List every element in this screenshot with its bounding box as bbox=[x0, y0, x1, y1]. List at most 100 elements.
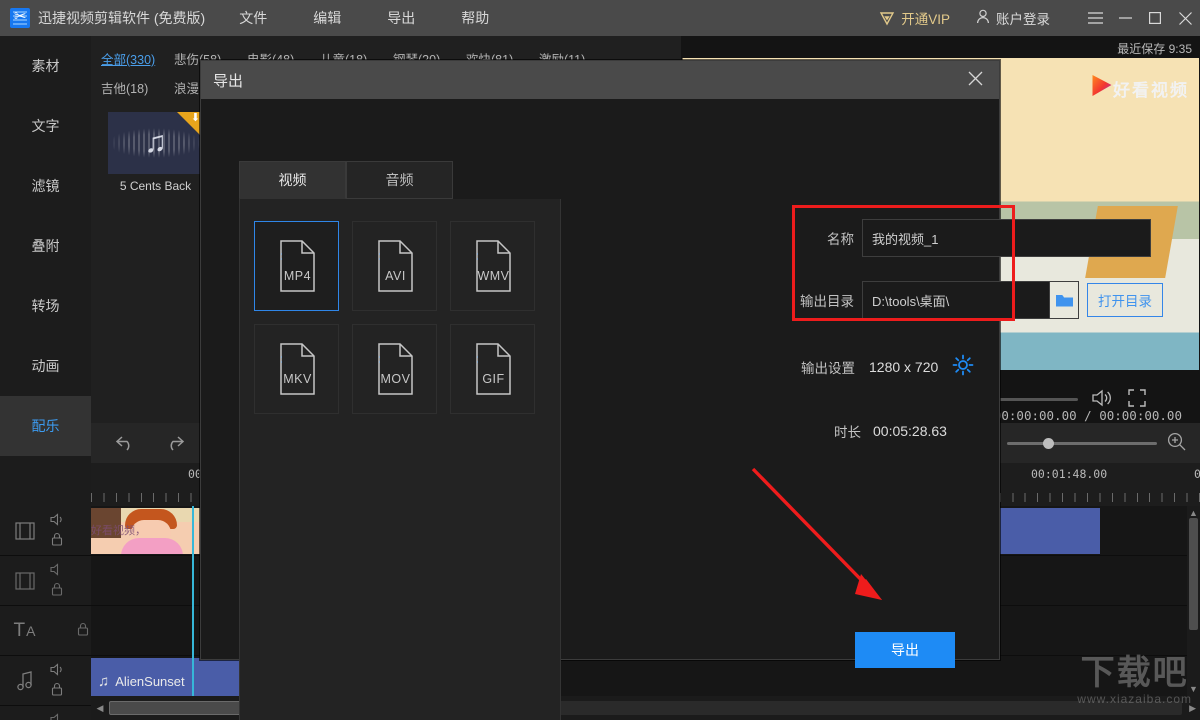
output-settings-row: 输出设置 1280 x 720 bbox=[801, 354, 974, 379]
track-controls bbox=[50, 713, 65, 720]
sidebar-item-transition[interactable]: 转场 bbox=[0, 276, 91, 336]
format-label: MOV bbox=[353, 372, 438, 386]
format-avi[interactable]: AVI bbox=[352, 221, 437, 311]
fullscreen-icon[interactable] bbox=[1128, 389, 1146, 410]
sidebar-item-music[interactable]: 配乐 bbox=[0, 396, 91, 456]
mute-icon[interactable] bbox=[50, 713, 65, 720]
menu-help[interactable]: 帮助 bbox=[449, 3, 501, 33]
zoom-in-icon[interactable] bbox=[1167, 432, 1186, 454]
last-saved-label: 最近保存 9:35 bbox=[1117, 40, 1192, 57]
format-tabs: 视频 音频 bbox=[239, 161, 561, 199]
sidebar-item-overlay[interactable]: 叠附 bbox=[0, 216, 91, 276]
volume-icon[interactable] bbox=[1092, 389, 1114, 410]
media-title: 5 Cents Back bbox=[108, 179, 203, 193]
folder-icon[interactable] bbox=[1050, 281, 1079, 319]
track-controls bbox=[50, 513, 65, 549]
film-icon bbox=[0, 571, 50, 591]
sidebar-item-material[interactable]: 素材 bbox=[0, 36, 91, 96]
account-label: 账户登录 bbox=[996, 8, 1050, 28]
film-icon bbox=[0, 521, 50, 541]
scroll-up-icon[interactable]: ▲ bbox=[1189, 508, 1198, 518]
menu-file[interactable]: 文件 bbox=[227, 3, 279, 33]
menu-export[interactable]: 导出 bbox=[375, 3, 427, 33]
title-bar: 迅捷视频剪辑软件 (免费版) 文件 编辑 导出 帮助 开通VIP 账户登录 bbox=[0, 0, 1200, 36]
track-controls bbox=[50, 663, 65, 699]
music-note-icon: ♫ bbox=[144, 128, 167, 158]
scroll-left-icon[interactable]: ◀ bbox=[91, 703, 109, 714]
format-mkv[interactable]: MKV bbox=[254, 324, 339, 414]
format-mov[interactable]: MOV bbox=[352, 324, 437, 414]
clip-watermark-text: 好看视频， bbox=[91, 522, 204, 538]
format-panel: 视频 音频 MP4 AVI WMV bbox=[239, 161, 561, 720]
lock-icon[interactable] bbox=[50, 532, 65, 549]
undo-icon[interactable] bbox=[109, 426, 143, 460]
export-dialog: 导出 视频 音频 MP4 AVI bbox=[200, 60, 1000, 660]
zoom-slider[interactable] bbox=[1007, 442, 1157, 445]
duration-value: 00:05:28.63 bbox=[873, 423, 947, 439]
sidebar-item-label: 动画 bbox=[32, 356, 60, 376]
track-controls bbox=[50, 563, 65, 599]
lock-icon[interactable] bbox=[76, 622, 90, 639]
tab-audio[interactable]: 音频 bbox=[346, 161, 453, 199]
sidebar-item-label: 叠附 bbox=[32, 236, 60, 256]
sidebar-item-label: 转场 bbox=[32, 296, 60, 316]
dialog-body: 视频 音频 MP4 AVI WMV bbox=[201, 99, 1001, 661]
app-logo-icon bbox=[10, 8, 30, 28]
category-guitar[interactable]: 吉他(18) bbox=[101, 73, 174, 102]
mute-icon[interactable] bbox=[50, 563, 65, 579]
menu-hamburger-icon[interactable] bbox=[1080, 0, 1110, 36]
lock-icon[interactable] bbox=[50, 582, 65, 599]
mute-icon[interactable] bbox=[50, 663, 65, 679]
watermark-url: www.xiazaiba.com bbox=[1077, 692, 1192, 706]
format-label: WMV bbox=[451, 269, 536, 283]
window-maximize-icon[interactable] bbox=[1140, 0, 1170, 36]
output-dir-label: 输出目录 bbox=[791, 290, 854, 310]
playhead[interactable] bbox=[192, 506, 194, 696]
sidebar-item-animation[interactable]: 动画 bbox=[0, 336, 91, 396]
menu-edit[interactable]: 编辑 bbox=[301, 3, 353, 33]
category-all[interactable]: 全部(330) bbox=[101, 44, 174, 73]
format-gif[interactable]: GIF bbox=[450, 324, 535, 414]
sidebar-item-label: 配乐 bbox=[32, 416, 60, 436]
sidebar-item-filter[interactable]: 滤镜 bbox=[0, 156, 91, 216]
preview-watermark-text: 好看视频 bbox=[1113, 76, 1189, 101]
redo-icon[interactable] bbox=[157, 426, 191, 460]
sidebar-item-label: 文字 bbox=[32, 116, 60, 136]
app-title: 迅捷视频剪辑软件 (免费版) bbox=[38, 8, 205, 28]
open-dir-button[interactable]: 打开目录 bbox=[1087, 283, 1163, 317]
sidebar-item-text[interactable]: 文字 bbox=[0, 96, 91, 156]
gear-icon[interactable] bbox=[952, 354, 974, 379]
track-header-video-2 bbox=[0, 556, 91, 605]
vip-button[interactable]: 开通VIP bbox=[879, 8, 950, 28]
music-note-icon: ♫ bbox=[98, 673, 109, 690]
format-mp4[interactable]: MP4 bbox=[254, 221, 339, 311]
format-list: MP4 AVI WMV MKV bbox=[239, 199, 561, 720]
name-input[interactable]: 我的视频_1 bbox=[862, 219, 1151, 257]
close-icon[interactable] bbox=[964, 69, 987, 91]
track-controls bbox=[76, 622, 90, 639]
sidebar-item-label: 素材 bbox=[32, 56, 60, 76]
lock-icon[interactable] bbox=[50, 682, 65, 699]
format-wmv[interactable]: WMV bbox=[450, 221, 535, 311]
output-resolution-value: 1280 x 720 bbox=[869, 359, 938, 375]
watermark-title: 下载吧 bbox=[1077, 656, 1192, 690]
zoom-control bbox=[980, 432, 1200, 454]
mute-icon[interactable] bbox=[50, 513, 65, 529]
zoom-slider-handle[interactable] bbox=[1043, 438, 1054, 449]
output-dir-row: 输出目录 D:\tools\桌面\ 打开目录 bbox=[791, 281, 1163, 319]
export-button[interactable]: 导出 bbox=[855, 632, 955, 668]
scrollbar-thumb[interactable] bbox=[1189, 518, 1198, 630]
output-dir-input[interactable]: D:\tools\桌面\ bbox=[862, 281, 1050, 319]
sidebar-item-label: 滤镜 bbox=[32, 176, 60, 196]
track-header-video-1 bbox=[0, 506, 91, 555]
ruler-label: 00:01:48.00 bbox=[1031, 467, 1107, 481]
account-button[interactable]: 账户登录 bbox=[976, 8, 1050, 28]
name-field-row: 名称 我的视频_1 bbox=[791, 219, 1151, 257]
window-close-icon[interactable] bbox=[1170, 0, 1200, 36]
download-icon: ⬇ bbox=[191, 113, 200, 124]
list-item[interactable]: ♫ ⬇ 5 Cents Back bbox=[108, 112, 203, 193]
tab-video[interactable]: 视频 bbox=[239, 161, 346, 199]
media-thumbnail: ♫ ⬇ bbox=[108, 112, 203, 174]
window-minimize-icon[interactable] bbox=[1110, 0, 1140, 36]
format-label: MP4 bbox=[255, 269, 340, 283]
